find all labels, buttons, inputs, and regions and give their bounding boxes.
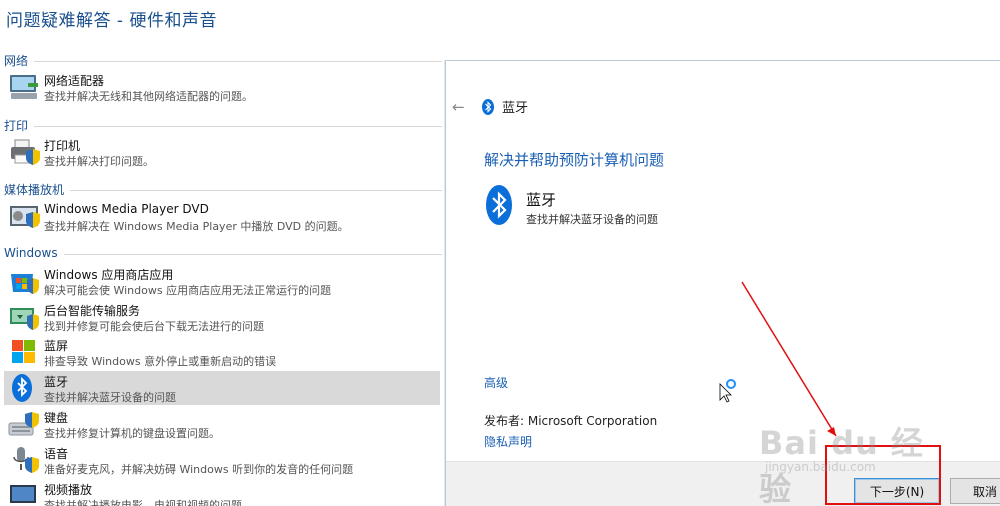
cancel-button[interactable]: 取消 [950,478,1000,504]
list-item-network-adapter[interactable]: 网络适配器 查找并解决无线和其他网络适配器的问题。 [4,70,440,104]
list-item-keyboard[interactable]: 键盘 查找并修复计算机的键盘设置问题。 [4,407,440,441]
troubleshooter-list: 网络 网络适配器 查找并解决无线和其他网络适配器的问题。 打印 打印机 查找并解… [0,50,446,506]
item-desc: 查找并解决在 Windows Media Player 中播放 DVD 的问题。 [44,220,349,233]
item-desc: 解决可能会使 Windows 应用商店应用无法正常运行的问题 [44,284,332,297]
troubleshooting-window: 问题疑难解答 - 硬件和声音 网络 网络适配器 查找并解决无线和其他网络适配器的… [0,0,1000,506]
category-label: 媒体播放机 [4,183,65,197]
item-name: 语音 [44,447,69,461]
category-label: Windows [4,246,58,260]
item-desc: 查找并修复计算机的键盘设置问题。 [44,427,220,440]
blue-screen-icon [8,337,40,367]
advanced-link[interactable]: 高级 [484,374,508,391]
publisher-text: 发布者: Microsoft Corporation [484,414,658,428]
media-player-dvd-icon [8,202,40,232]
item-name: 视频播放 [44,483,93,497]
list-item-bits[interactable]: 后台智能传输服务 找到并修复可能会使后台下载无法进行的问题 [4,300,440,334]
bits-icon [8,302,40,332]
troubleshooter-name: 蓝牙 [526,191,557,209]
list-item-printer[interactable]: 打印机 查找并解决打印问题。 [4,135,440,169]
privacy-link[interactable]: 隐私声明 [484,433,532,450]
category-windows: Windows [4,246,442,260]
list-item-blue-screen[interactable]: 蓝屏 排查导致 Windows 意外停止或重新启动的错误 [4,335,440,369]
item-desc: 查找并解决无线和其他网络适配器的问题。 [44,90,253,103]
item-desc: 查找并解决播放电影、电视和视频的问题 [44,499,242,506]
video-playback-icon [8,481,40,506]
bluetooth-icon [8,373,40,403]
item-desc: 准备好麦克风，并解决妨碍 Windows 听到你的发音的任何问题 [44,463,354,476]
troubleshooter-desc: 查找并解决蓝牙设备的问题 [526,213,658,226]
category-network: 网络 [4,52,442,69]
printer-icon [8,137,40,167]
dialog-header: ← 蓝牙 [452,97,529,117]
item-desc: 找到并修复可能会使后台下载无法进行的问题 [44,320,264,333]
category-label: 打印 [4,119,29,133]
store-apps-icon [8,266,40,296]
item-name: 蓝屏 [44,339,69,353]
network-adapter-icon [8,72,40,102]
list-item-store-apps[interactable]: Windows 应用商店应用 解决可能会使 Windows 应用商店应用无法正常… [4,264,440,298]
item-desc: 查找并解决蓝牙设备的问题 [44,391,176,404]
list-item-speech[interactable]: 语音 准备好麦克风，并解决妨碍 Windows 听到你的发音的任何问题 [4,443,440,477]
back-arrow-icon[interactable]: ← [452,98,476,116]
list-item-video-playback[interactable]: 视频播放 查找并解决播放电影、电视和视频的问题 [4,479,440,506]
watermark-url: jingyan.baidu.com [765,460,876,474]
item-desc: 排查导致 Windows 意外停止或重新启动的错误 [44,355,277,368]
page-title: 问题疑难解答 - 硬件和声音 [6,11,217,31]
list-item-bluetooth[interactable]: 蓝牙 查找并解决蓝牙设备的问题 [4,371,440,405]
item-name: 键盘 [44,411,69,425]
category-print: 打印 [4,117,442,134]
dialog-title: 蓝牙 [502,101,529,116]
item-name: 蓝牙 [44,375,69,389]
item-name: 打印机 [44,139,81,153]
bluetooth-icon [482,98,494,115]
bluetooth-icon [486,185,512,225]
item-name: 网络适配器 [44,74,105,88]
watermark: Bai du 经验 jingyan.baidu.com [745,400,955,506]
item-name: Windows 应用商店应用 [44,268,174,282]
keyboard-icon [8,409,40,439]
item-name: 后台智能传输服务 [44,304,141,318]
microphone-icon [8,445,40,475]
item-desc: 查找并解决打印问题。 [44,155,154,168]
item-name: Windows Media Player DVD [44,202,209,216]
dialog-heading: 解决并帮助预防计算机问题 [484,151,665,169]
list-item-media-player-dvd[interactable]: Windows Media Player DVD 查找并解决在 Windows … [4,200,440,234]
category-label: 网络 [4,54,29,68]
category-media: 媒体播放机 [4,181,442,198]
